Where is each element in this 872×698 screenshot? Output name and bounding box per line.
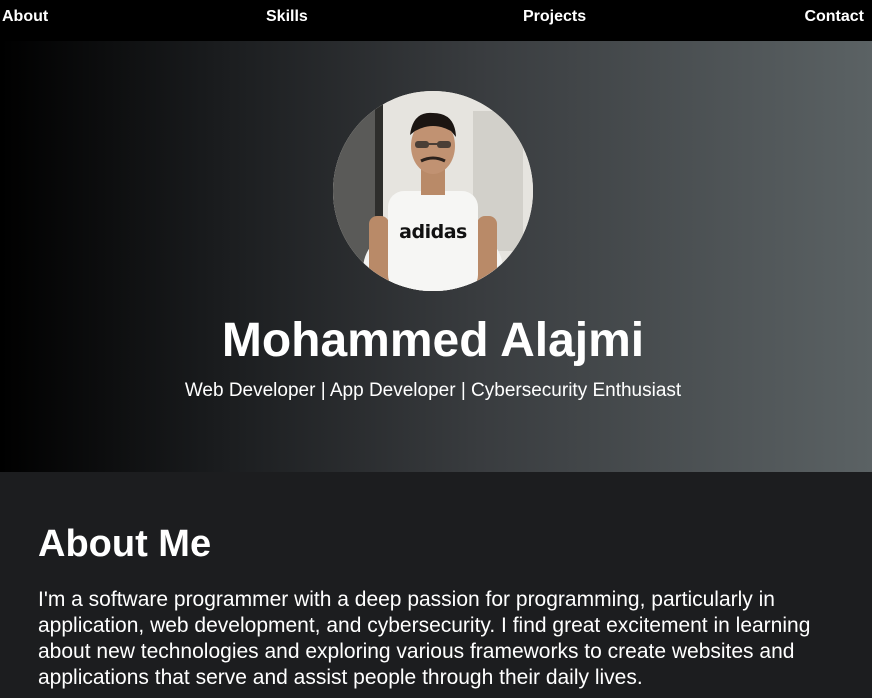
nav-link-contact[interactable]: Contact bbox=[804, 8, 864, 26]
about-section: About Me I'm a software programmer with … bbox=[0, 472, 872, 698]
hero-name: Mohammed Alajmi bbox=[221, 314, 645, 367]
about-title: About Me bbox=[38, 523, 212, 565]
top-nav: About Skills Projects Contact bbox=[0, 0, 872, 41]
profile-photo: adidas bbox=[333, 91, 533, 291]
nav-link-skills[interactable]: Skills bbox=[266, 8, 308, 26]
hero-section: adidas Mohammed Alajmi Web Developer | A… bbox=[0, 41, 872, 472]
hero-tagline: Web Developer | App Developer | Cybersec… bbox=[184, 380, 682, 401]
shirt-logo-text: adidas bbox=[399, 221, 467, 243]
nav-link-projects[interactable]: Projects bbox=[523, 8, 586, 26]
profile-photo-illustration bbox=[333, 91, 533, 291]
nav-link-about[interactable]: About bbox=[2, 8, 48, 26]
about-description: I'm a software programmer with a deep pa… bbox=[38, 588, 811, 689]
